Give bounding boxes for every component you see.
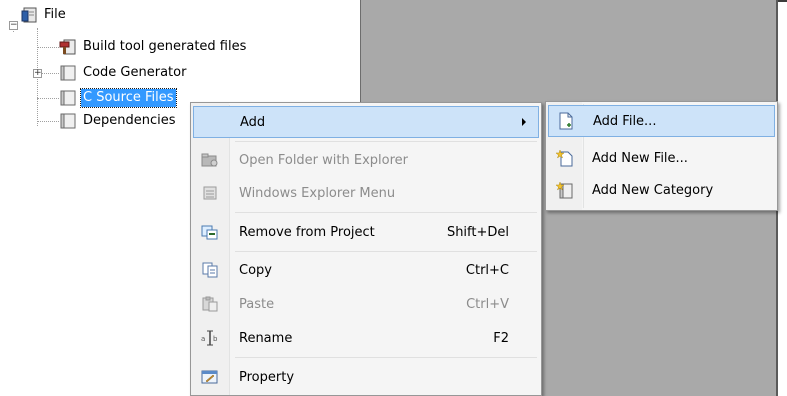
menu-item-add[interactable]: Add	[193, 106, 539, 138]
menu-item-open-folder-with-explorer[interactable]: Open Folder with Explorer	[193, 144, 539, 176]
tree-connector	[37, 98, 59, 99]
menu-item-label: Copy	[239, 262, 272, 278]
menu-item-remove-from-project[interactable]: Remove from Project Shift+Del	[193, 216, 539, 248]
tree-expand-icon[interactable]: +	[33, 69, 42, 78]
menu-item-windows-explorer-menu[interactable]: Windows Explorer Menu	[193, 177, 539, 209]
menu-item-label: Property	[239, 369, 295, 385]
tree-connector	[42, 73, 59, 74]
add-category-icon	[548, 181, 582, 199]
submenu-item-label: Add New Category	[592, 182, 714, 198]
context-menu: Add Open Folder with Explorer Windows Ex…	[190, 102, 542, 396]
menu-item-copy[interactable]: Copy Ctrl+C	[193, 254, 539, 286]
add-submenu: Add File... Add New File... Add New Cate…	[545, 101, 778, 211]
menu-item-shortcut: Ctrl+V	[466, 296, 509, 312]
tree-item-file[interactable]: File	[20, 5, 68, 25]
submenu-item-label: Add New File...	[592, 150, 688, 166]
menu-item-rename[interactable]: ab Rename F2	[193, 322, 539, 354]
menu-item-label: Open Folder with Explorer	[239, 152, 408, 168]
tree-item-label: File	[44, 7, 66, 22]
menu-separator	[235, 357, 537, 358]
svg-text:b: b	[213, 335, 218, 343]
tree-item-build-tool-generated-files[interactable]: Build tool generated files	[59, 37, 248, 57]
property-icon	[193, 369, 227, 385]
tree-item-label: Dependencies	[83, 113, 176, 128]
tree-item-c-source-files[interactable]: C Source Files	[59, 88, 177, 108]
tree-connector	[37, 47, 59, 48]
remove-icon	[193, 224, 227, 240]
folder-icon	[60, 113, 76, 129]
tree-item-dependencies[interactable]: Dependencies	[59, 111, 178, 131]
menu-separator	[235, 212, 537, 213]
submenu-item-add-new-category[interactable]: Add New Category	[548, 174, 775, 206]
explorer-menu-icon	[193, 185, 227, 201]
project-file-icon	[21, 7, 37, 23]
folder-icon	[60, 90, 76, 106]
add-file-icon	[549, 112, 583, 130]
copy-icon	[193, 262, 227, 278]
menu-separator	[235, 251, 537, 252]
menu-item-label: Remove from Project	[239, 224, 375, 240]
menu-item-shortcut: Ctrl+C	[465, 262, 509, 278]
menu-item-label: Add	[240, 114, 266, 130]
tree-item-label-selected: C Source Files	[80, 88, 177, 108]
menu-item-label: Windows Explorer Menu	[239, 185, 396, 201]
submenu-arrow-icon	[522, 118, 526, 126]
folder-icon	[60, 65, 76, 81]
tree-item-label: Code Generator	[83, 65, 187, 80]
menu-separator	[235, 141, 537, 142]
rename-icon: ab	[193, 330, 227, 346]
add-new-file-icon	[548, 149, 582, 167]
submenu-item-add-file[interactable]: Add File...	[548, 105, 775, 137]
menu-item-label: Paste	[239, 296, 275, 312]
paste-icon	[193, 296, 227, 312]
tree-item-label: Build tool generated files	[83, 39, 247, 54]
tree-collapse-icon[interactable]: −	[9, 21, 18, 30]
folder-explorer-icon	[193, 152, 227, 168]
menu-item-paste[interactable]: Paste Ctrl+V	[193, 288, 539, 320]
tree-connector	[37, 121, 59, 122]
submenu-item-add-new-file[interactable]: Add New File...	[548, 142, 775, 174]
menu-item-shortcut: Shift+Del	[446, 224, 509, 240]
svg-text:a: a	[201, 335, 205, 343]
menu-item-property[interactable]: Property	[193, 361, 539, 393]
build-files-icon	[59, 39, 76, 55]
tree-item-code-generator[interactable]: Code Generator	[59, 63, 188, 83]
submenu-item-label: Add File...	[593, 113, 657, 129]
menu-item-shortcut: F2	[493, 330, 509, 346]
menu-item-label: Rename	[239, 330, 293, 346]
